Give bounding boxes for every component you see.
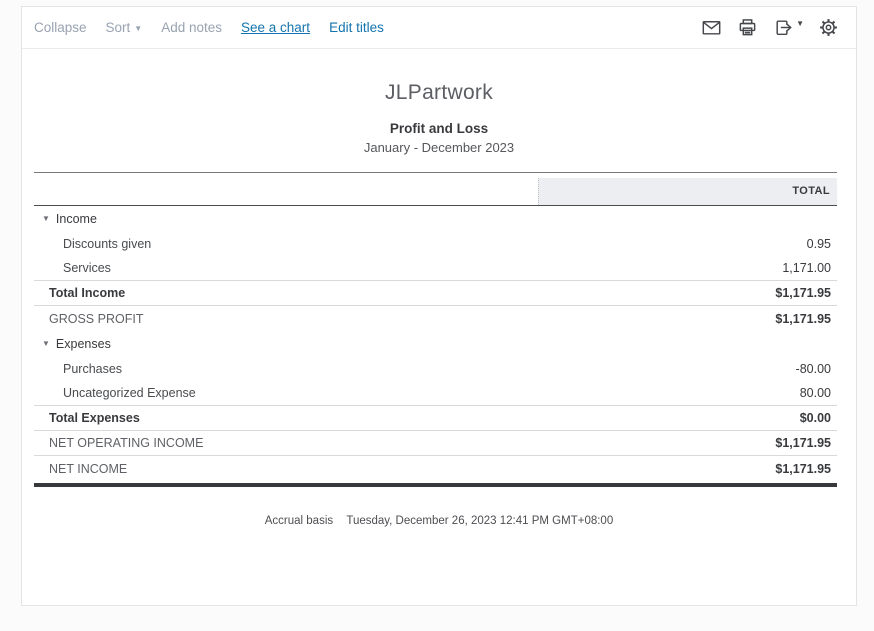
table-row-income: ▼ Income xyxy=(34,206,837,231)
print-icon[interactable] xyxy=(737,17,759,39)
email-icon[interactable] xyxy=(701,17,723,39)
row-label: Total Income xyxy=(49,286,126,300)
export-menu[interactable]: ▼ xyxy=(773,17,804,39)
row-value: $1,171.95 xyxy=(775,461,831,476)
profit-loss-table: TOTAL ▼ Income Discounts given 0.95 Servi… xyxy=(34,172,837,487)
collapse-triangle-icon[interactable]: ▼ xyxy=(42,339,50,348)
chevron-down-icon: ▼ xyxy=(796,18,804,28)
table-row-gross-profit: GROSS PROFIT $1,171.95 xyxy=(34,306,837,331)
table-row-total-expenses: Total Expenses $0.00 xyxy=(34,406,837,431)
table-row-expenses: ▼ Expenses xyxy=(34,331,837,356)
table-header-row: TOTAL xyxy=(34,178,837,205)
settings-icon[interactable] xyxy=(818,17,840,39)
export-icon xyxy=(773,17,795,39)
row-label: Total Expenses xyxy=(49,411,140,425)
add-notes-button[interactable]: Add notes xyxy=(161,20,222,35)
report-panel: Collapse Sort ▼ Add notes See a chart Edi… xyxy=(21,6,857,606)
table-row-services: Services 1,171.00 xyxy=(34,256,837,281)
table-row-total-income: Total Income $1,171.95 xyxy=(34,281,837,306)
row-value[interactable]: 80.00 xyxy=(800,386,837,400)
row-value: $1,171.95 xyxy=(775,286,831,300)
report-timestamp: Tuesday, December 26, 2023 12:41 PM GMT+… xyxy=(346,515,614,527)
row-label: Expenses xyxy=(55,336,111,351)
sort-label: Sort xyxy=(105,20,131,35)
table-row-discounts-given: Discounts given 0.95 xyxy=(34,231,837,256)
row-label: Income xyxy=(55,211,97,226)
total-column-header: TOTAL xyxy=(538,178,837,205)
collapse-triangle-icon[interactable]: ▼ xyxy=(42,214,50,223)
row-label: NET OPERATING INCOME xyxy=(49,436,204,450)
row-value: $1,171.95 xyxy=(775,311,831,326)
row-value: $0.00 xyxy=(799,411,831,425)
row-label: Purchases xyxy=(63,361,123,376)
collapse-button[interactable]: Collapse xyxy=(34,20,87,35)
row-value[interactable]: -80.00 xyxy=(796,362,837,376)
report-period: January - December 2023 xyxy=(363,140,515,155)
row-label: Services xyxy=(63,261,111,275)
table-row-uncategorized-expense: Uncategorized Expense 80.00 xyxy=(34,381,837,406)
row-label: Uncategorized Expense xyxy=(63,386,196,400)
toolbar-icon-group: ▼ xyxy=(701,17,840,39)
row-value: $1,171.95 xyxy=(775,436,831,450)
row-value[interactable]: 1,171.00 xyxy=(782,261,837,275)
accounting-basis: Accrual basis xyxy=(264,515,334,527)
chevron-down-icon: ▼ xyxy=(134,24,143,33)
row-label: Discounts given xyxy=(63,236,152,251)
edit-titles-link[interactable]: Edit titles xyxy=(329,20,384,35)
table-row-net-operating-income: NET OPERATING INCOME $1,171.95 xyxy=(34,431,837,456)
row-value[interactable]: 0.95 xyxy=(807,237,837,251)
row-label: GROSS PROFIT xyxy=(49,311,144,326)
company-name: JLPartwork xyxy=(384,81,494,104)
report-toolbar: Collapse Sort ▼ Add notes See a chart Edi… xyxy=(22,7,856,49)
header-spacer xyxy=(34,178,538,205)
sort-dropdown[interactable]: Sort ▼ xyxy=(106,20,143,35)
report-heading: JLPartwork Profit and Loss January - Dec… xyxy=(22,81,856,155)
report-title: Profit and Loss xyxy=(389,121,489,136)
table-row-net-income: NET INCOME $1,171.95 xyxy=(34,456,837,481)
row-label: NET INCOME xyxy=(49,461,128,476)
table-bottom-double-rule xyxy=(34,483,837,487)
report-footer: Accrual basis Tuesday, December 26, 2023… xyxy=(22,515,856,527)
table-row-purchases: Purchases -80.00 xyxy=(34,356,837,381)
see-a-chart-link[interactable]: See a chart xyxy=(241,20,310,35)
